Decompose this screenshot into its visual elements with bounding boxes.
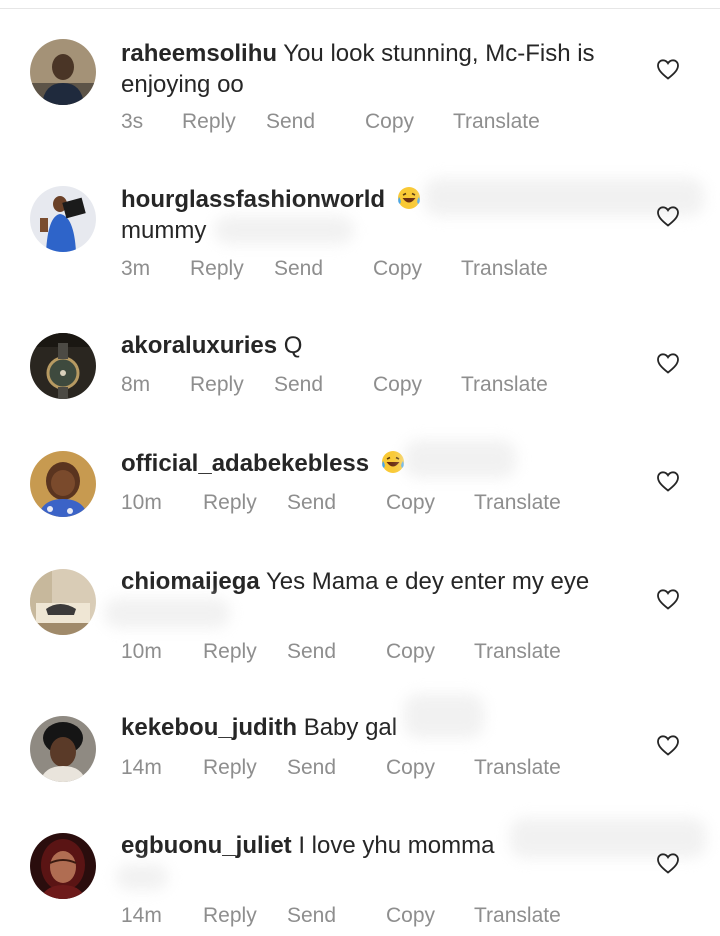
copy-button[interactable]: Copy — [373, 373, 422, 397]
reply-button[interactable]: Reply — [203, 640, 257, 664]
translate-button[interactable]: Translate — [453, 110, 540, 134]
redacted-text — [116, 864, 168, 890]
heart-outline-icon[interactable] — [656, 470, 680, 492]
redacted-text — [214, 216, 354, 244]
timestamp: 3m — [121, 257, 151, 280]
avatar[interactable] — [30, 833, 96, 899]
laughing-tears-emoji-icon — [397, 187, 420, 209]
avatar[interactable] — [30, 716, 96, 782]
timestamp: 3s — [121, 110, 144, 133]
reply-button[interactable]: Reply — [182, 110, 236, 134]
send-button[interactable]: Send — [287, 491, 336, 515]
top-divider — [0, 8, 720, 9]
username-link[interactable]: akoraluxuries — [121, 332, 277, 359]
copy-button[interactable]: Copy — [386, 756, 435, 780]
comment-text: Yes Mama e dey enter my eye — [265, 568, 590, 595]
comment-body: chiomaijega Yes Mama e dey enter my eye — [121, 566, 641, 597]
heart-outline-icon[interactable] — [656, 852, 680, 874]
comment-body: akoraluxuries Q — [121, 330, 641, 361]
avatar[interactable] — [30, 451, 96, 517]
username-link[interactable]: chiomaijega — [121, 568, 260, 595]
redacted-text — [404, 440, 516, 478]
heart-outline-icon[interactable] — [656, 58, 680, 80]
send-button[interactable]: Send — [274, 257, 323, 281]
laughing-tears-emoji-icon — [381, 451, 404, 473]
translate-button[interactable]: Translate — [474, 904, 561, 928]
avatar[interactable] — [30, 186, 96, 252]
comment-body: kekebou_judith Baby gal — [121, 712, 641, 743]
send-button[interactable]: Send — [287, 640, 336, 664]
send-button[interactable]: Send — [266, 110, 315, 134]
timestamp: 10m — [121, 640, 162, 663]
comment-text: Q — [283, 332, 303, 359]
send-button[interactable]: Send — [287, 904, 336, 928]
reply-button[interactable]: Reply — [203, 491, 257, 515]
reply-button[interactable]: Reply — [203, 756, 257, 780]
send-button[interactable]: Send — [274, 373, 323, 397]
reply-button[interactable]: Reply — [203, 904, 257, 928]
copy-button[interactable]: Copy — [373, 257, 422, 281]
copy-button[interactable]: Copy — [386, 491, 435, 515]
copy-button[interactable]: Copy — [386, 904, 435, 928]
comment-body: official_adabekebless — [121, 448, 641, 479]
username-link[interactable]: raheemsolihu — [121, 40, 277, 67]
translate-button[interactable]: Translate — [474, 640, 561, 664]
reply-button[interactable]: Reply — [190, 373, 244, 397]
avatar[interactable] — [30, 39, 96, 105]
avatar[interactable] — [30, 333, 96, 399]
copy-button[interactable]: Copy — [386, 640, 435, 664]
translate-button[interactable]: Translate — [474, 756, 561, 780]
heart-outline-icon[interactable] — [656, 205, 680, 227]
reply-button[interactable]: Reply — [190, 257, 244, 281]
copy-button[interactable]: Copy — [365, 110, 414, 134]
username-link[interactable]: official_adabekebless — [121, 450, 369, 477]
translate-button[interactable]: Translate — [461, 373, 548, 397]
avatar[interactable] — [30, 569, 96, 635]
timestamp: 10m — [121, 491, 162, 514]
translate-button[interactable]: Translate — [461, 257, 548, 281]
heart-outline-icon[interactable] — [656, 734, 680, 756]
comment-text: mummy — [121, 217, 207, 244]
timestamp: 8m — [121, 373, 151, 396]
comment-body: raheemsolihu You look stunning, Mc-Fish … — [121, 38, 641, 100]
send-button[interactable]: Send — [287, 756, 336, 780]
redacted-text — [104, 598, 230, 628]
heart-outline-icon[interactable] — [656, 588, 680, 610]
comment-text: Baby gal — [303, 714, 398, 741]
username-link[interactable]: egbuonu_juliet — [121, 832, 292, 859]
heart-outline-icon[interactable] — [656, 352, 680, 374]
timestamp: 14m — [121, 904, 162, 927]
redacted-text — [404, 694, 484, 738]
comment-text: I love yhu momma — [298, 832, 495, 859]
timestamp: 14m — [121, 756, 162, 779]
username-link[interactable]: kekebou_judith — [121, 714, 297, 741]
translate-button[interactable]: Translate — [474, 491, 561, 515]
username-link[interactable]: hourglassfashionworld — [121, 186, 385, 213]
